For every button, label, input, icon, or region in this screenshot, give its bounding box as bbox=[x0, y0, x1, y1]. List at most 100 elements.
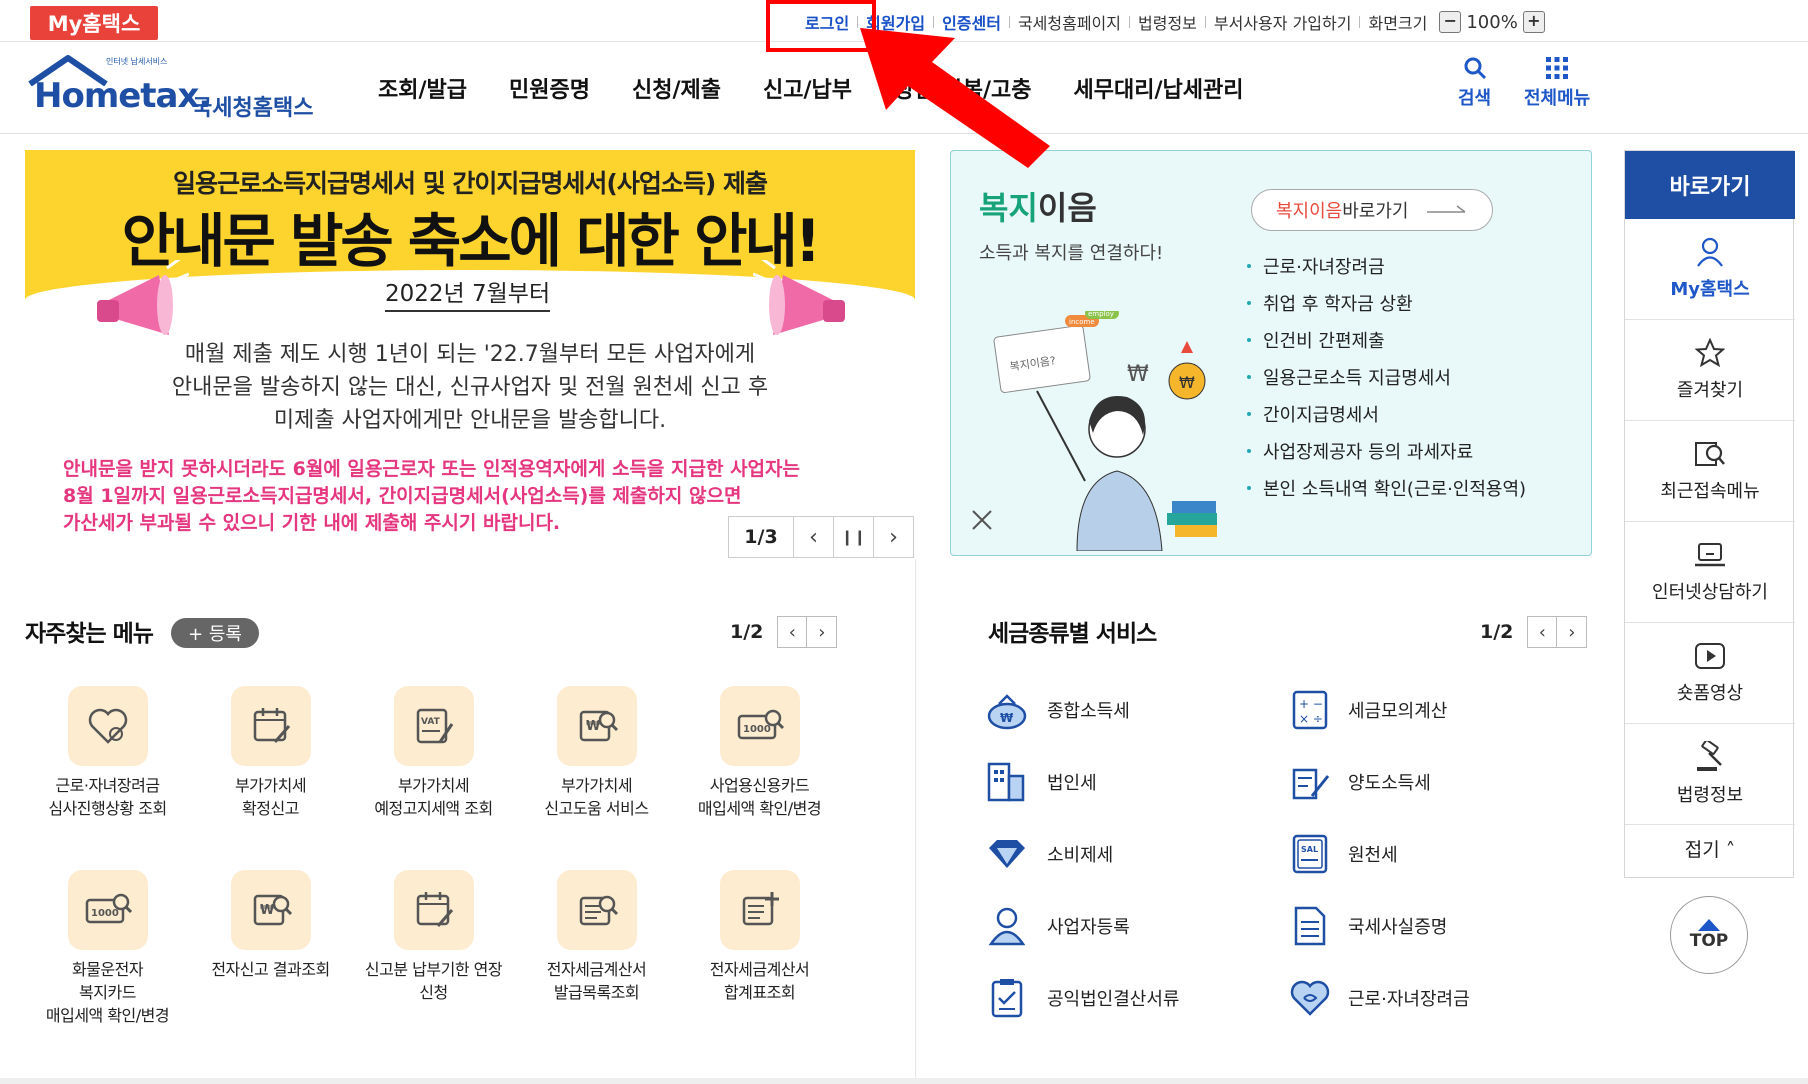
laptop-icon bbox=[1695, 543, 1725, 567]
calculator-icon: + −× ÷ bbox=[1292, 690, 1328, 730]
section-divider bbox=[915, 560, 916, 1080]
logo-english: Hometax. bbox=[34, 76, 211, 116]
nav-certificate[interactable]: 민원증명 bbox=[509, 72, 590, 104]
tax-pager: 1/2 ‹ › bbox=[1480, 616, 1588, 648]
tax-service-item[interactable]: 국세사실증명 bbox=[1290, 906, 1447, 946]
quick-law-info[interactable]: 법령정보 bbox=[1625, 724, 1795, 825]
welfare-go-button[interactable]: 복지이음 바로가기 bbox=[1251, 189, 1493, 231]
frequent-item[interactable]: 1000 사업용신용카드 매입세액 확인/변경 bbox=[682, 686, 837, 820]
notice-banner[interactable]: 일용근로소득지급명세서 및 간이지급명세서(사업소득) 제출 안내문 발송 축소… bbox=[25, 150, 915, 558]
card-search-icon: 1000 bbox=[737, 709, 784, 740]
vat-doc-icon: VAT bbox=[416, 708, 453, 744]
svg-text:₩: ₩ bbox=[260, 903, 275, 918]
my-hometax-badge[interactable]: My홈택스 bbox=[30, 6, 158, 40]
nav-inquiry[interactable]: 조회/발급 bbox=[378, 72, 467, 104]
search-icon bbox=[1464, 57, 1486, 80]
tax-service-item[interactable]: 양도소득세 bbox=[1290, 762, 1431, 802]
search-label: 검색 bbox=[1458, 88, 1492, 109]
zoom-in-button[interactable]: + bbox=[1522, 11, 1545, 33]
doc-pen-icon bbox=[1292, 768, 1330, 800]
law-info-link[interactable]: 법령정보 bbox=[1138, 10, 1197, 34]
svg-text:₩: ₩ bbox=[586, 719, 601, 734]
svg-text:+ −: + − bbox=[1299, 697, 1323, 711]
welfare-item[interactable]: 취업 후 학자금 상환 bbox=[1247, 284, 1526, 321]
doc-plus-icon bbox=[742, 892, 779, 926]
frequent-prev-button[interactable]: ‹ bbox=[777, 616, 808, 648]
welfare-item[interactable]: 간이지급명세서 bbox=[1247, 395, 1526, 432]
svg-text:₩: ₩ bbox=[1127, 362, 1149, 387]
register-menu-button[interactable]: + 등록 bbox=[171, 618, 259, 648]
welfare-panel: 복지이음 소득과 복지를 연결하다! 복지이음 바로가기 근로·자녀장려금 취업… bbox=[950, 150, 1592, 556]
tax-service-item[interactable]: 근로·자녀장려금 bbox=[1290, 978, 1470, 1018]
tax-services-title: 세금종류별 서비스 bbox=[988, 621, 1157, 647]
zoom-out-button[interactable]: − bbox=[1439, 11, 1462, 33]
quick-recent-menu[interactable]: 최근접속메뉴 bbox=[1625, 421, 1795, 522]
tax-service-item[interactable]: 사업자등록 bbox=[985, 906, 1130, 946]
arrow-up-icon bbox=[1698, 919, 1720, 931]
megaphone-left-icon bbox=[97, 260, 189, 335]
welfare-item[interactable]: 사업장제공자 등의 과세자료 bbox=[1247, 432, 1526, 469]
nav-report-pay[interactable]: 신고/납부 bbox=[763, 72, 852, 104]
person-icon bbox=[988, 907, 1026, 946]
frequent-item[interactable]: 근로·자녀장려금 심사진행상황 조회 bbox=[30, 686, 185, 820]
banner-pause-button[interactable]: ❙❙ bbox=[833, 517, 873, 557]
scroll-top-button[interactable]: TOP bbox=[1670, 896, 1748, 974]
all-menu-button[interactable]: 전체메뉴 bbox=[1524, 56, 1590, 110]
frequent-menu-title: 자주찾는 메뉴 bbox=[25, 621, 154, 647]
frequent-item[interactable]: 1000 화물운전자 복지카드 매입세액 확인/변경 bbox=[30, 870, 185, 1027]
frequent-item[interactable]: ₩ 부가가치세 신고도움 서비스 bbox=[519, 686, 674, 820]
all-menu-label: 전체메뉴 bbox=[1524, 88, 1591, 109]
document-icon bbox=[1294, 906, 1326, 946]
svg-text:employ: employ bbox=[1088, 311, 1114, 318]
nav-tax-agent[interactable]: 세무대리/납세관리 bbox=[1073, 72, 1243, 104]
quick-online-consult[interactable]: 인터넷상담하기 bbox=[1625, 522, 1795, 623]
frequent-item[interactable]: 신고분 납부기한 연장 신청 bbox=[356, 870, 511, 1004]
user-icon bbox=[1697, 237, 1723, 267]
tax-next-button[interactable]: › bbox=[1557, 616, 1588, 648]
doc-search-icon bbox=[579, 895, 618, 926]
welfare-item[interactable]: 일용근로소득 지급명세서 bbox=[1247, 358, 1526, 395]
quick-links-bar: 바로가기 My홈택스 즐겨찾기 최근접속메뉴 인터넷상담하기 숏폼영상 법령정보… bbox=[1624, 150, 1795, 878]
recent-search-icon bbox=[1695, 442, 1725, 466]
tax-service-item[interactable]: ₩ 종합소득세 bbox=[985, 690, 1130, 730]
banner-date: 2022년 7월부터 bbox=[385, 274, 551, 312]
quick-my-hometax[interactable]: My홈택스 bbox=[1625, 219, 1795, 320]
heart-icon bbox=[1290, 980, 1330, 1016]
main-nav: 조회/발급 민원증명 신청/제출 신고/납부 상담/불복/고충 세무대리/납세관… bbox=[378, 72, 1285, 104]
quick-shortform-video[interactable]: 숏폼영상 bbox=[1625, 623, 1795, 724]
dept-user-signup-link[interactable]: 부서사용자 가입하기 bbox=[1214, 10, 1352, 34]
frequent-item[interactable]: VAT 부가가치세 예정고지세액 조회 bbox=[356, 686, 511, 820]
logo-korean: 국세청홈택스 bbox=[192, 96, 314, 121]
tax-service-item[interactable]: 소비제세 bbox=[985, 834, 1113, 874]
frequent-item[interactable]: 전자세금계산서 발급목록조회 bbox=[519, 870, 674, 1004]
diamond-icon bbox=[989, 840, 1025, 868]
svg-text:VAT: VAT bbox=[421, 717, 441, 727]
frequent-item[interactable]: 전자세금계산서 합계표조회 bbox=[682, 870, 837, 1004]
banner-prev-button[interactable]: ‹ bbox=[793, 517, 833, 557]
nav-apply[interactable]: 신청/제출 bbox=[632, 72, 721, 104]
frequent-item[interactable]: ₩ 전자신고 결과조회 bbox=[193, 870, 348, 981]
welfare-illustration: 복지이음? income employ ₩ ₩ bbox=[972, 311, 1217, 551]
hometax-logo[interactable]: 인터넷 납세서비스 Hometax. 국세청홈택스 bbox=[24, 52, 324, 122]
tax-service-item[interactable]: + − × ÷ 세금모의계산 bbox=[1290, 690, 1447, 730]
welfare-title: 복지이음 bbox=[979, 189, 1097, 227]
welfare-item[interactable]: 근로·자녀장려금 bbox=[1247, 247, 1526, 284]
frequent-page-indicator: 1/2 bbox=[730, 621, 764, 643]
welfare-item[interactable]: 인건비 간편제출 bbox=[1247, 321, 1526, 358]
tax-prev-button[interactable]: ‹ bbox=[1527, 616, 1558, 648]
calendar-edit-icon bbox=[253, 708, 290, 743]
heart-icon bbox=[88, 708, 127, 744]
quick-fold-button[interactable]: 접기 ˄ bbox=[1625, 825, 1795, 871]
tax-service-item[interactable]: 공익법인결산서류 bbox=[985, 978, 1179, 1018]
banner-next-button[interactable]: › bbox=[873, 517, 913, 557]
welfare-item[interactable]: 본인 소득내역 확인(근로·인적용역) bbox=[1247, 469, 1526, 506]
quick-favorites[interactable]: 즐겨찾기 bbox=[1625, 320, 1795, 421]
grid-menu-icon bbox=[1546, 57, 1569, 79]
search-button[interactable]: 검색 bbox=[1458, 56, 1491, 110]
svg-text:₩: ₩ bbox=[1179, 373, 1195, 392]
won-search-icon: ₩ bbox=[253, 894, 292, 926]
tax-service-item[interactable]: SAL 원천세 bbox=[1290, 834, 1398, 874]
frequent-next-button[interactable]: › bbox=[807, 616, 838, 648]
tax-service-item[interactable]: 법인세 bbox=[985, 762, 1097, 802]
frequent-item[interactable]: 부가가치세 확정신고 bbox=[193, 686, 348, 820]
